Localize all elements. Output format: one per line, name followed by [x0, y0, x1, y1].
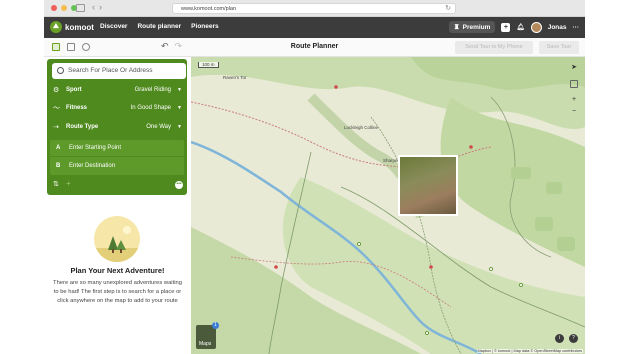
notifications-bell-icon[interactable]: 🔔︎: [516, 23, 524, 31]
map-layers-button[interactable]: 1 Maps: [196, 322, 219, 349]
more-options-icon[interactable]: •••: [175, 181, 183, 189]
komoot-logo[interactable]: ⛰ komoot: [50, 21, 94, 33]
reload-icon[interactable]: ↻: [445, 4, 451, 14]
search-icon: [57, 67, 64, 74]
layers-count-badge: 1: [212, 322, 219, 329]
main-nav: Discover Route planner Pioneers: [100, 23, 219, 30]
chevron-down-icon: ▼: [177, 87, 182, 93]
more-menu-icon[interactable]: ···: [573, 24, 580, 31]
map-canvas[interactable]: 100 m Raven's Tor Lockleigh Colline Shar…: [191, 57, 585, 354]
nav-discover[interactable]: Discover: [100, 23, 127, 30]
window-controls: [51, 5, 77, 11]
waypoint-list: A Enter Starting Point B Enter Destinati…: [50, 140, 184, 175]
browser-chrome: ‹› www.komoot.com/plan ↻: [44, 0, 585, 17]
bike-icon: ⚙: [53, 87, 60, 94]
swap-waypoints-icon[interactable]: ⇅: [53, 180, 59, 188]
fitness-icon: 〜: [53, 105, 60, 112]
fullscreen-icon[interactable]: [570, 80, 578, 88]
premium-button[interactable]: ♜ Premium: [448, 21, 496, 33]
browser-back-forward-icon[interactable]: ‹›: [92, 2, 106, 12]
address-bar[interactable]: www.komoot.com/plan ↻: [172, 3, 456, 14]
locate-me-icon[interactable]: ➤: [569, 63, 579, 73]
browser-window: ‹› www.komoot.com/plan ↻ ⛰ komoot Discov…: [44, 0, 585, 354]
header-actions: ♜ Premium + 🔔︎ Jonas ···: [448, 21, 580, 33]
start-point-placeholder: Enter Starting Point: [69, 145, 122, 151]
nav-route-planner[interactable]: Route planner: [137, 23, 181, 30]
map-label-lockleigh: Lockleigh Colline: [344, 125, 379, 130]
sport-label: Sport: [66, 87, 82, 93]
start-point-field[interactable]: A Enter Starting Point: [50, 140, 184, 157]
minimize-window-button[interactable]: [61, 5, 67, 11]
url-text: www.komoot.com/plan: [181, 6, 237, 12]
user-name[interactable]: Jonas: [548, 24, 567, 31]
adventure-illustration: [94, 216, 140, 262]
chevron-down-icon: ▼: [177, 124, 182, 130]
fitness-select[interactable]: 〜 Fitness In Good Shape ▼: [47, 100, 187, 117]
add-waypoint-icon[interactable]: +: [66, 179, 71, 188]
planner-form: Search For Place Or Address ⚙ Sport Grav…: [47, 59, 187, 195]
waypoint-actions: ⇅ + •••: [47, 177, 187, 193]
create-icon[interactable]: +: [501, 22, 511, 32]
planner-panel: Search For Place Or Address ⚙ Sport Grav…: [44, 57, 196, 354]
route-type-label: Route Type: [66, 124, 99, 130]
map-label-ravens-tor: Raven's Tor: [223, 75, 247, 80]
planner-toolbar: ↶↷ Route Planner Send Tour to My Phone S…: [44, 38, 585, 57]
search-placeholder: Search For Place Or Address: [68, 67, 153, 74]
destination-field[interactable]: B Enter Destination: [50, 158, 184, 175]
send-tour-button[interactable]: Send Tour to My Phone: [455, 41, 533, 54]
zoom-in-icon[interactable]: +: [569, 95, 579, 105]
destination-placeholder: Enter Destination: [69, 163, 116, 169]
sport-select[interactable]: ⚙ Sport Gravel Riding ▼: [47, 82, 187, 99]
route-type-select[interactable]: ⇢ Route Type One Way ▼: [47, 119, 187, 136]
map-attribution: Mapbox | © komoot | Map data © OpenStree…: [476, 349, 583, 353]
avatar[interactable]: [530, 21, 542, 33]
search-input[interactable]: Search For Place Or Address: [52, 63, 186, 79]
premium-label: Premium: [462, 23, 491, 31]
app-header: ⛰ komoot Discover Route planner Pioneers…: [44, 17, 585, 38]
empty-state-title: Plan Your Next Adventure!: [70, 266, 165, 275]
save-tour-button[interactable]: Save Tour: [539, 41, 579, 54]
sport-value: Gravel Riding: [134, 87, 171, 93]
map-scale: 100 m: [198, 62, 219, 68]
waypoint-b-marker: B: [56, 163, 61, 169]
premium-icon: ♜: [453, 24, 460, 31]
highlight-photo[interactable]: [398, 155, 458, 216]
logo-mark-icon: ⛰: [50, 21, 62, 33]
fitness-label: Fitness: [66, 105, 88, 111]
map-terrain: [191, 57, 585, 354]
waypoint-a-marker: A: [56, 145, 61, 151]
route-type-icon: ⇢: [53, 124, 59, 131]
help-icon[interactable]: ?: [569, 334, 578, 343]
zoom-out-icon[interactable]: −: [569, 107, 579, 117]
layers-label: Maps: [199, 341, 212, 347]
fitness-value: In Good Shape: [130, 105, 171, 111]
nav-pioneers[interactable]: Pioneers: [191, 23, 218, 30]
brand-name: komoot: [65, 22, 94, 32]
chevron-down-icon: ▼: [177, 105, 182, 111]
empty-state-text: There are so many unexplored adventures …: [53, 280, 182, 304]
close-window-button[interactable]: [51, 5, 57, 11]
route-type-value: One Way: [146, 124, 171, 130]
browser-sidebar-icon[interactable]: [76, 4, 85, 12]
info-icon[interactable]: i: [555, 334, 564, 343]
